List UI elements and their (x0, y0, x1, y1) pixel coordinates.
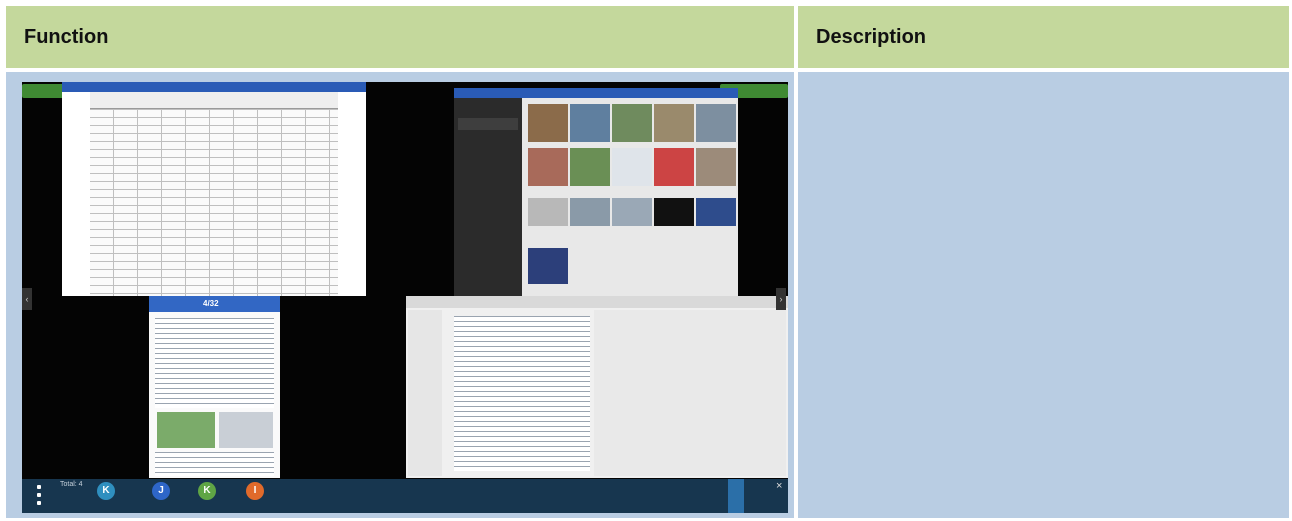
description-header-label: Description (816, 26, 927, 48)
browser-window[interactable] (406, 296, 788, 478)
avatar-letter: K (203, 485, 211, 496)
close-icon[interactable]: × (776, 480, 782, 492)
avatar-letter: I (253, 485, 257, 496)
photo-thumbnail[interactable] (696, 148, 736, 186)
photo-thumbnail[interactable] (654, 148, 694, 186)
participant-avatar[interactable]: K (198, 482, 216, 500)
photo-thumbnail[interactable] (612, 198, 652, 226)
function-table: Function Description 4/32 ‹ › Total: 4 K… (0, 0, 1292, 521)
spreadsheet-title-bar[interactable] (62, 82, 366, 92)
photo-thumbnail[interactable] (570, 148, 610, 186)
pdf-title-bar[interactable]: 4/32 (149, 296, 280, 312)
avatar-letter: K (102, 485, 110, 496)
right-arrow-button[interactable]: › (776, 288, 786, 310)
description-header: Description (798, 6, 1289, 68)
left-arrow-glyph: ‹ (25, 294, 29, 304)
photo-thumbnail[interactable] (528, 198, 568, 226)
multi-window-screenshot: 4/32 ‹ › Total: 4 K J K I × (22, 82, 788, 513)
browser-sidebar (408, 310, 442, 476)
right-arrow-glyph: › (779, 294, 783, 304)
photo-thumbnail[interactable] (528, 248, 568, 284)
folder-item[interactable] (458, 118, 518, 130)
spreadsheet-grid (90, 94, 338, 296)
pdf-figure (157, 412, 215, 448)
function-header: Function (6, 6, 794, 68)
pdf-viewer-window[interactable]: 4/32 (149, 296, 280, 478)
spreadsheet-header-row (90, 92, 338, 109)
participant-dock: Total: 4 K J K I × (22, 479, 788, 513)
function-header-label: Function (24, 26, 109, 48)
photo-thumbnail[interactable] (570, 198, 610, 226)
pdf-diagram (219, 412, 273, 448)
pdf-text-lower (155, 452, 274, 476)
participant-avatar[interactable]: I (246, 482, 264, 500)
pdf-text (155, 318, 274, 408)
photo-thumbnail[interactable] (654, 198, 694, 226)
menu-icon[interactable] (37, 485, 41, 489)
spreadsheet-window[interactable] (62, 82, 366, 296)
photo-thumbnail[interactable] (654, 104, 694, 142)
pdf-page-indicator: 4/32 (203, 299, 219, 308)
total-label: Total: 4 (60, 481, 83, 488)
photo-thumbnail[interactable] (570, 104, 610, 142)
photo-thumbnail[interactable] (696, 104, 736, 142)
dock-scroll-buttons[interactable] (728, 479, 744, 513)
participant-avatar[interactable]: J (152, 482, 170, 500)
photo-thumbnail[interactable] (612, 104, 652, 142)
photo-thumbnail[interactable] (528, 104, 568, 142)
browser-toolbar[interactable] (406, 296, 788, 308)
gallery-sidebar (454, 98, 522, 296)
description-cell (798, 72, 1289, 518)
gallery-title-bar[interactable] (454, 88, 738, 98)
photo-thumbnail[interactable] (612, 148, 652, 186)
gallery-window[interactable] (454, 88, 738, 296)
participant-avatar[interactable]: K (97, 482, 115, 500)
photo-thumbnail[interactable] (528, 148, 568, 186)
avatar-letter: J (158, 485, 164, 496)
browser-blank-pane (594, 310, 786, 476)
photo-thumbnail[interactable] (696, 198, 736, 226)
left-arrow-button[interactable]: ‹ (22, 288, 32, 310)
browser-document-text (454, 316, 590, 471)
